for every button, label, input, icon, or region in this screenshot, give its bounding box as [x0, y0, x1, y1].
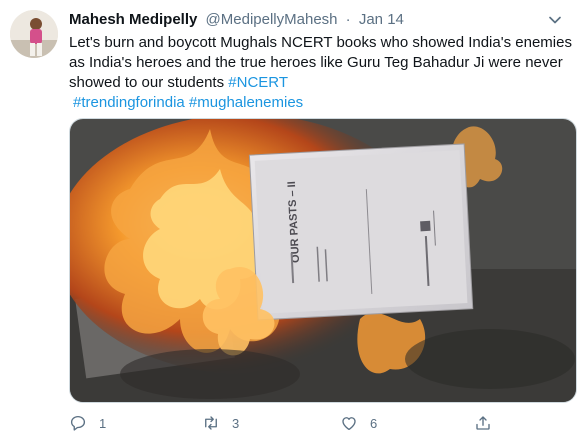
share-icon — [476, 416, 490, 430]
more-options-button[interactable] — [545, 10, 565, 30]
retweet-button[interactable]: 3 — [202, 413, 239, 433]
retweet-count: 3 — [232, 415, 240, 431]
chevron-down-icon — [549, 16, 561, 24]
avatar[interactable] — [10, 10, 58, 58]
burning-book-photo: OUR PASTS – II — [70, 119, 576, 402]
tweet-card[interactable]: Mahesh Medipelly @MedipellyMahesh · Jan … — [0, 0, 581, 435]
tweet-text-line: #trendingforindia #mughalenemies — [69, 93, 574, 113]
hashtag-link[interactable]: #mughalenemies — [189, 94, 303, 111]
reply-button[interactable]: 1 — [69, 413, 106, 433]
tweet-text-line: Let's burn and boycott Mughals NCERT boo… — [69, 34, 572, 51]
heart-icon — [342, 417, 356, 431]
tweet-text-segment: showed to our students — [69, 74, 225, 91]
tweet-media[interactable]: OUR PASTS – II — [69, 118, 577, 403]
header-separator: · — [345, 11, 351, 28]
hashtag-link[interactable]: #trendingforindia — [73, 94, 185, 111]
tweet-actions: 1 3 6 — [69, 413, 574, 433]
tweet-text-line: showed to our students #NCERT — [69, 73, 574, 93]
share-button[interactable] — [474, 413, 492, 433]
like-button[interactable]: 6 — [340, 413, 377, 433]
retweet-icon — [205, 416, 217, 430]
like-count: 6 — [370, 415, 378, 431]
tweet-text: Let's burn and boycott Mughals NCERT boo… — [69, 33, 574, 113]
hashtag-link[interactable]: #NCERT — [228, 74, 288, 91]
author-display-name[interactable]: Mahesh Medipelly — [69, 11, 197, 28]
tweet-date[interactable]: Jan 14 — [359, 11, 404, 28]
reply-count: 1 — [99, 415, 107, 431]
author-handle[interactable]: @MedipellyMahesh — [206, 11, 338, 28]
tweet-text-line: as India's heroes and the true heroes li… — [69, 54, 563, 71]
avatar-photo — [10, 10, 58, 58]
tweet-header: Mahesh Medipelly @MedipellyMahesh · Jan … — [69, 10, 404, 30]
reply-icon — [70, 415, 86, 431]
